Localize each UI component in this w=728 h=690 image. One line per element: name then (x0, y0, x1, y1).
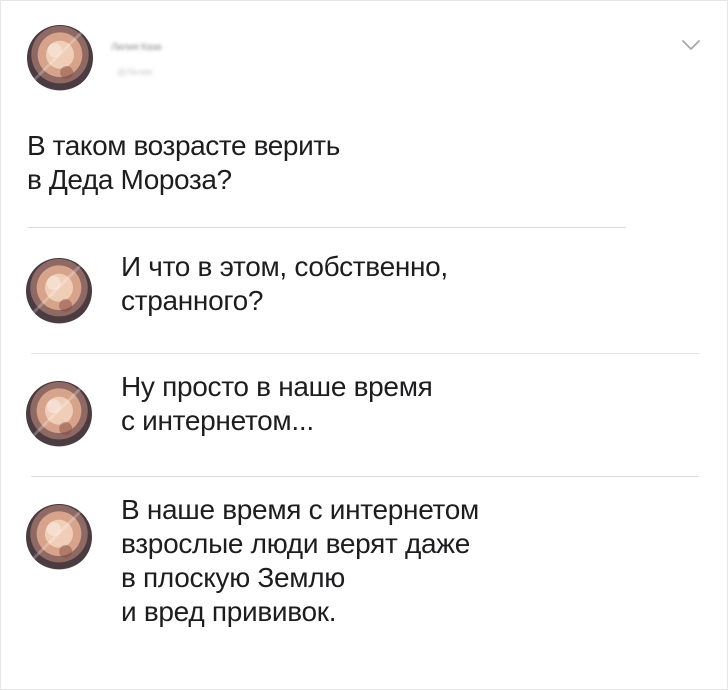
post-header: Лилия Каза @Лилия (1, 1, 727, 101)
more-options-button[interactable] (681, 37, 701, 53)
reply-text: И что в этом, собственно, странного? (121, 251, 448, 316)
author-avatar[interactable] (27, 25, 93, 91)
reply-divider (31, 353, 699, 354)
post-text: В таком возрасте верить в Деда Мороза? (27, 130, 340, 195)
author-name[interactable]: Лилия Каза (111, 43, 161, 53)
reply-divider (31, 476, 699, 477)
reply-avatar[interactable] (26, 504, 92, 570)
reply-avatar[interactable] (26, 258, 92, 324)
reply-avatar[interactable] (26, 381, 92, 447)
reply-text: Ну просто в наше время с интернетом... (121, 371, 433, 436)
post-divider (27, 227, 626, 228)
chevron-down-icon (682, 40, 700, 50)
tweet-card: Лилия Каза @Лилия В таком возрасте верит… (0, 0, 728, 690)
reply-text: В наше время с интернетом взрослые люди в… (121, 494, 479, 627)
author-handle: @Лилия (117, 67, 153, 77)
